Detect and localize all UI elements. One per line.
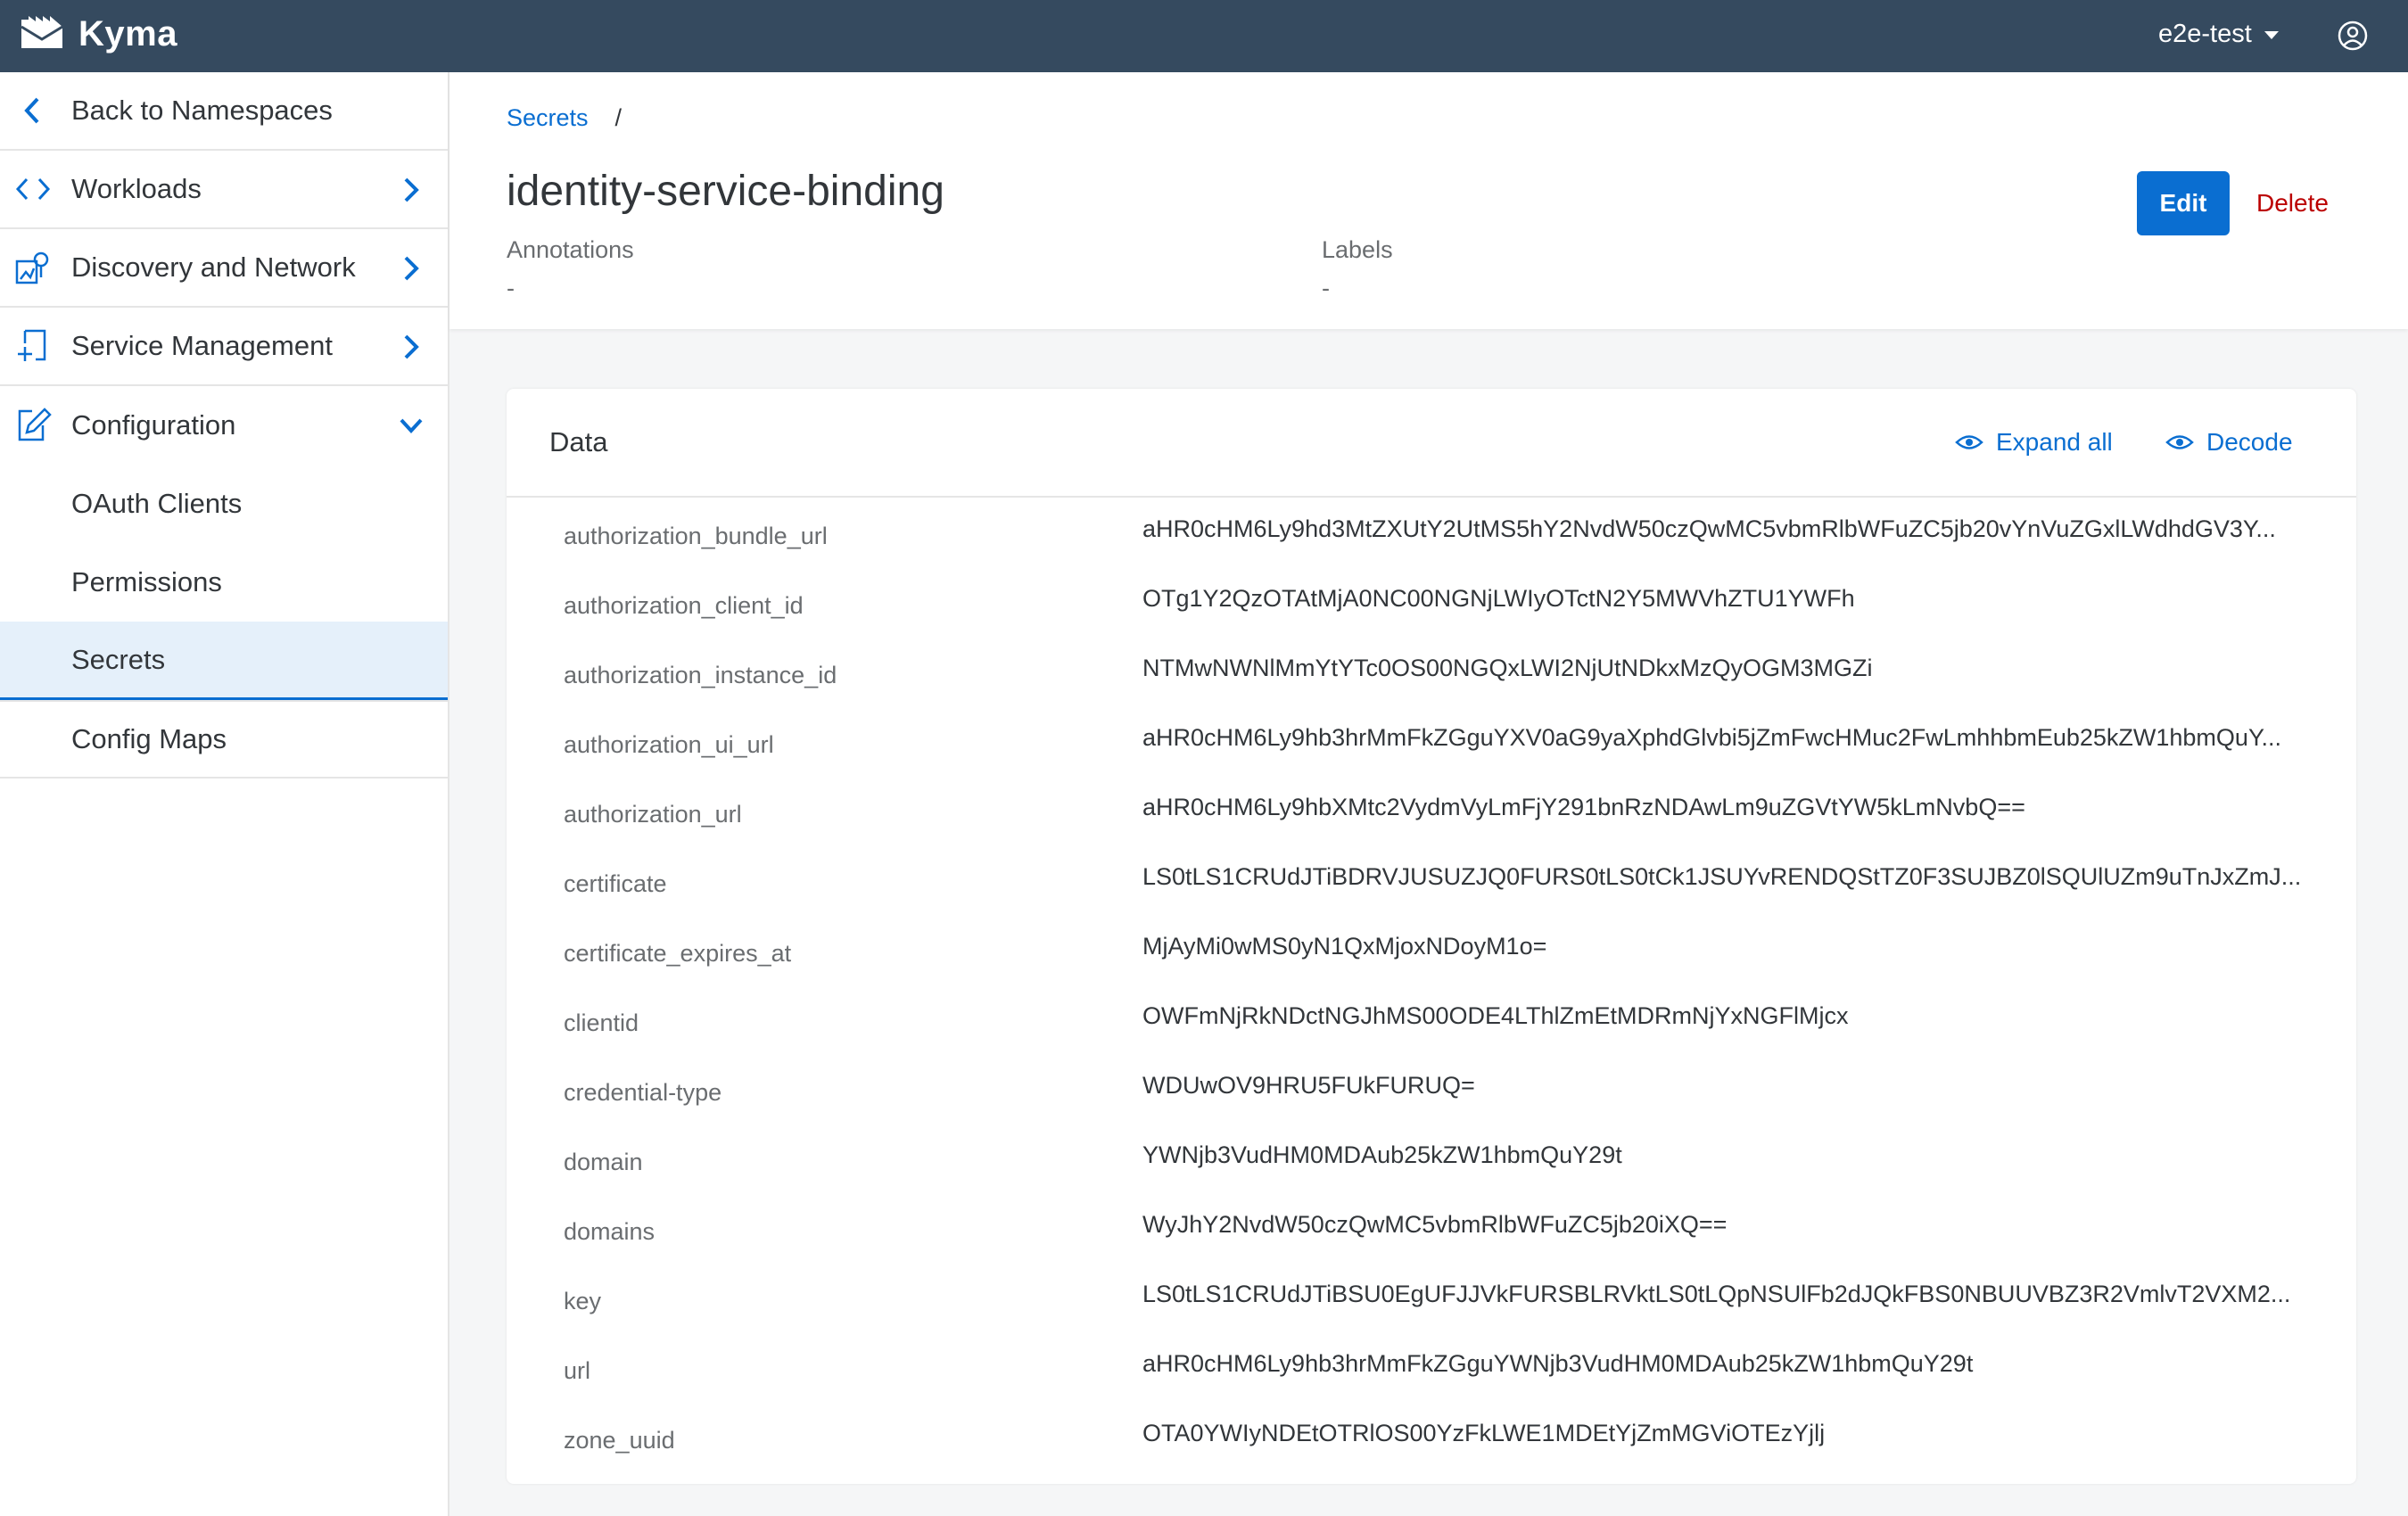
data-value[interactable]: WDUwOV9HRU5FUkFURUQ= (1142, 1072, 2307, 1100)
data-row: domain YWNjb3VudHM0MDAub25kZW1hbmQuY29t (507, 1124, 2356, 1193)
data-row: key LS0tLS1CRUdJTiBSU0EgUFJJVkFURSBLRVktL… (507, 1263, 2356, 1332)
eye-icon (2165, 435, 2194, 449)
data-value[interactable]: NTMwNWNlMmYtYTc0OS00NGQxLWI2NjUtNDkxMzQy… (1142, 655, 2307, 682)
data-key: key (564, 1288, 602, 1314)
data-key: url (564, 1357, 591, 1384)
eye-icon (1955, 435, 1983, 449)
data-key: domain (564, 1149, 643, 1175)
back-to-namespaces[interactable]: Back to Namespaces (0, 72, 448, 151)
data-panel: Data Expand all Decode authorization_bun… (507, 389, 2356, 1484)
expand-all-button[interactable]: Expand all (1955, 428, 2113, 457)
data-value[interactable]: MjAyMi0wMS0yN1QxMjoxNDoyM1o= (1142, 933, 2307, 960)
sidebar-item-label: Workloads (71, 173, 202, 204)
data-row: zone_uuid OTA0YWIyNDEtOTRlOS00YzFkLWE1MDE… (507, 1402, 2356, 1471)
side-navigation: Back to Namespaces Workloads Discovery a… (0, 72, 449, 1516)
data-row: authorization_instance_id NTMwNWNlMmYtYTc… (507, 637, 2356, 706)
data-value[interactable]: LS0tLS1CRUdJTiBDRVJUSUZJQ0FURS0tLS0tCk1J… (1142, 863, 2307, 891)
data-value[interactable]: aHR0cHM6Ly9hbXMtc2VydmVyLmFjY291bnRzNDAw… (1142, 794, 2307, 821)
sidebar-subitem-label: OAuth Clients (71, 488, 243, 519)
data-value[interactable]: OTg1Y2QzOTAtMjA0NC00NGNjLWIyOTctN2Y5MWVh… (1142, 585, 2307, 613)
namespace-dropdown[interactable]: e2e-test (2158, 20, 2279, 49)
data-key: authorization_client_id (564, 592, 804, 619)
page-header: Secrets / identity-service-binding Annot… (449, 72, 2408, 329)
sidebar-subitem-config-maps[interactable]: Config Maps (0, 700, 448, 779)
data-row: authorization_ui_url aHR0cHM6Ly9hb3hrMmFk… (507, 706, 2356, 776)
sidebar-item-service-management[interactable]: Service Management (0, 308, 448, 386)
sidebar-subitem-permissions[interactable]: Permissions (0, 543, 448, 622)
labels-label: Labels (1322, 236, 1393, 263)
annotations-value: - (507, 275, 515, 301)
sidebar-item-discovery-and-network[interactable]: Discovery and Network (0, 229, 448, 308)
decode-label: Decode (2206, 428, 2293, 456)
data-row: url aHR0cHM6Ly9hb3hrMmFkZGguYWNjb3VudHM0M… (507, 1332, 2356, 1402)
brand-name[interactable]: Kyma (78, 14, 177, 54)
edit-button[interactable]: Edit (2137, 171, 2230, 235)
breadcrumb-link-secrets[interactable]: Secrets (507, 104, 589, 132)
data-row: authorization_bundle_url aHR0cHM6Ly9hd3Mt… (507, 498, 2356, 567)
data-key: credential-type (564, 1079, 722, 1106)
data-panel-header: Data Expand all Decode (507, 389, 2356, 498)
delete-button[interactable]: Delete (2256, 171, 2329, 235)
data-value[interactable]: aHR0cHM6Ly9hb3hrMmFkZGguYXV0aG9yaXphdGlv… (1142, 724, 2307, 752)
kyma-logo-icon[interactable] (20, 12, 64, 50)
sidebar-item-workloads[interactable]: Workloads (0, 151, 448, 229)
data-key: zone_uuid (564, 1427, 675, 1454)
breadcrumb: Secrets / (507, 104, 622, 132)
data-key: authorization_bundle_url (564, 523, 828, 549)
edit-document-icon (18, 408, 52, 441)
sidebar-item-label: Discovery and Network (71, 251, 356, 283)
data-row: credential-type WDUwOV9HRU5FUkFURUQ= (507, 1054, 2356, 1124)
data-value[interactable]: LS0tLS1CRUdJTiBSU0EgUFJJVkFURSBLRVktLS0t… (1142, 1281, 2307, 1308)
back-label: Back to Namespaces (71, 95, 333, 126)
sidebar-subitem-oauth-clients[interactable]: OAuth Clients (0, 465, 448, 543)
data-key: certificate (564, 870, 667, 897)
code-brackets-icon (15, 177, 51, 201)
sidebar-item-label: Configuration (71, 409, 236, 441)
expand-all-label: Expand all (1996, 428, 2113, 456)
sidebar-subitem-label: Permissions (71, 566, 222, 597)
annotations-label: Annotations (507, 236, 634, 263)
chevron-left-icon (24, 97, 39, 124)
data-key: clientid (564, 1009, 639, 1036)
data-row: certificate LS0tLS1CRUdJTiBDRVJUSUZJQ0FUR… (507, 845, 2356, 915)
data-key: authorization_ui_url (564, 731, 774, 758)
chevron-down-icon (400, 418, 423, 433)
caret-down-icon (2264, 31, 2279, 39)
data-row: authorization_client_id OTg1Y2QzOTAtMjA0N… (507, 567, 2356, 637)
data-key: domains (564, 1218, 656, 1245)
chevron-right-icon (404, 256, 419, 281)
breadcrumb-separator: / (614, 104, 623, 131)
decode-button[interactable]: Decode (2165, 428, 2293, 457)
data-value[interactable]: WyJhY2NvdW50czQwMC5vbmRlbWFuZC5jb20iXQ== (1142, 1211, 2307, 1239)
user-circle-icon[interactable] (2337, 20, 2369, 52)
data-value[interactable]: aHR0cHM6Ly9hd3MtZXUtY2UtMS5hY2NvdW50czQw… (1142, 515, 2307, 543)
page-title: identity-service-binding (507, 168, 944, 215)
labels-block: Labels - (1322, 236, 1393, 302)
data-panel-title: Data (549, 426, 608, 457)
namespace-label: e2e-test (2158, 20, 2252, 48)
sidebar-item-label: Service Management (71, 330, 333, 361)
data-value[interactable]: OWFmNjRkNDctNGJhMS00ODE4LThlZmEtMDRmNjYx… (1142, 1002, 2307, 1030)
shell-bar: Kyma e2e-test (0, 0, 2408, 72)
sidebar-subitem-secrets[interactable]: Secrets (0, 622, 448, 700)
data-row: certificate_expires_at MjAyMi0wMS0yN1QxMj… (507, 915, 2356, 985)
data-value[interactable]: aHR0cHM6Ly9hb3hrMmFkZGguYWNjb3VudHM0MDAu… (1142, 1350, 2307, 1378)
data-value[interactable]: OTA0YWIyNDEtOTRlOS00YzFkLWE1MDEtYjZmMGVi… (1142, 1420, 2307, 1447)
data-key: authorization_url (564, 801, 742, 828)
annotations-block: Annotations - (507, 236, 634, 302)
data-row: domains WyJhY2NvdW50czQwMC5vbmRlbWFuZC5jb… (507, 1193, 2356, 1263)
labels-value: - (1322, 275, 1330, 301)
service-management-icon (18, 329, 46, 361)
data-key: authorization_instance_id (564, 662, 837, 688)
data-key: certificate_expires_at (564, 940, 792, 967)
data-row: authorization_url aHR0cHM6Ly9hbXMtc2VydmV… (507, 776, 2356, 845)
sidebar-subitem-label: Secrets (71, 643, 166, 675)
data-value[interactable]: YWNjb3VudHM0MDAub25kZW1hbmQuY29t (1142, 1141, 2307, 1169)
chevron-right-icon (404, 177, 419, 202)
sidebar-subitem-label: Config Maps (71, 723, 227, 754)
data-row: clientid OWFmNjRkNDctNGJhMS00ODE4LThlZmEt… (507, 985, 2356, 1054)
chevron-right-icon (404, 334, 419, 359)
sidebar-item-configuration[interactable]: Configuration (0, 386, 448, 465)
network-icon (15, 251, 49, 284)
